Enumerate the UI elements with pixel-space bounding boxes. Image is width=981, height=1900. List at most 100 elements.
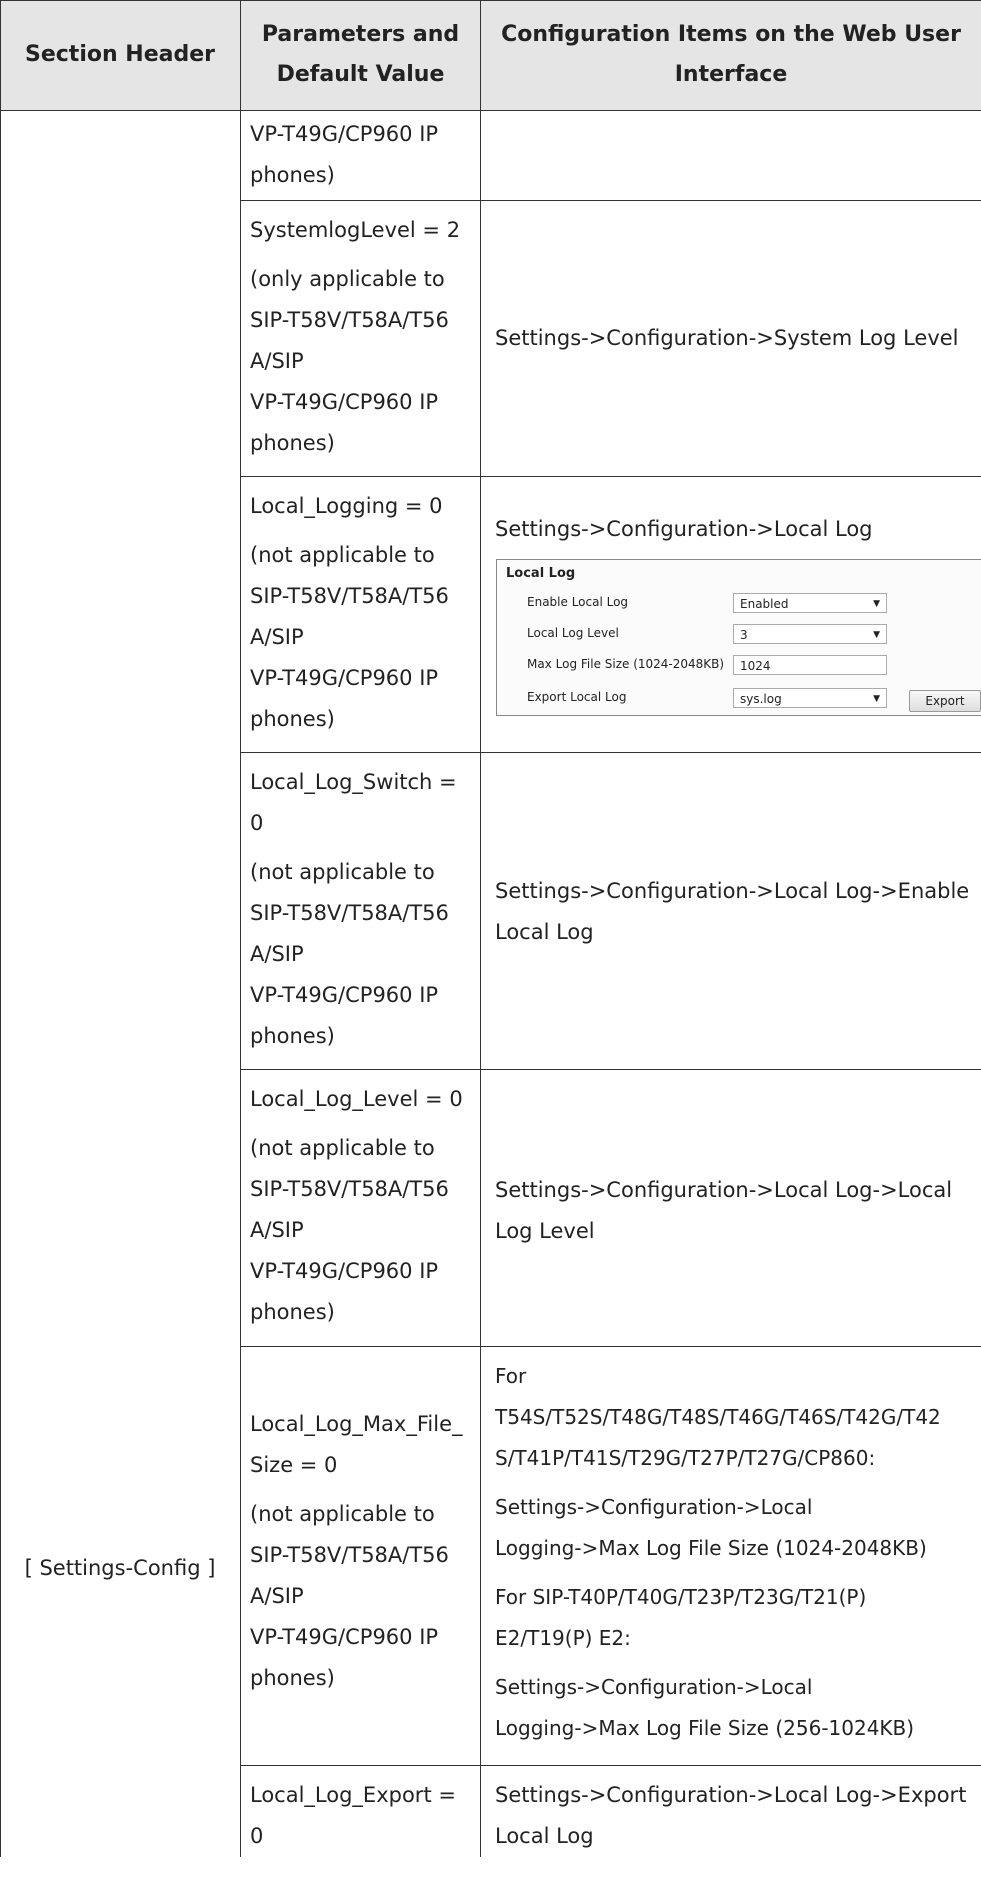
param-line: phones) — [250, 1666, 335, 1690]
parameter-table: Section Header Parameters and Default Va… — [0, 0, 981, 1857]
table-divider-2 — [480, 0, 481, 1857]
param-line: VP-T49G/CP960 IP — [250, 666, 439, 690]
param-line: 0 — [250, 811, 264, 835]
enable-local-log-select[interactable]: Enabled ▼ — [733, 593, 887, 613]
param-line: VP-T49G/CP960 IP — [250, 983, 439, 1007]
local-log-level-value: 3 — [740, 628, 748, 642]
export-local-log-select[interactable]: sys.log ▼ — [733, 688, 887, 708]
header-param-line2: Default Value — [276, 62, 445, 87]
row-divider — [240, 1069, 981, 1070]
param-line: Local_Logging = 0 — [250, 494, 443, 518]
param-line: Size = 0 — [250, 1453, 338, 1477]
export-local-log-value: sys.log — [740, 692, 782, 706]
config-line: Logging->Max Log File Size (1024-2048KB) — [495, 1536, 927, 1560]
param-line: Local_Log_Switch = — [250, 770, 457, 794]
param-line: A/SIP — [250, 349, 304, 373]
header-param-line1: Parameters and — [261, 22, 460, 47]
row-divider — [240, 200, 981, 201]
param-line: VP-T49G/CP960 IP — [250, 122, 439, 146]
export-local-log-label: Export Local Log — [527, 690, 627, 704]
table-divider-1 — [240, 0, 241, 1857]
row-divider — [240, 476, 981, 477]
row-3-config: Settings->Configuration->Local Log — [495, 509, 981, 550]
enable-local-log-label: Enable Local Log — [527, 595, 629, 609]
param-line: A/SIP — [250, 625, 304, 649]
param-line: Local_Log_Export = — [250, 1783, 456, 1807]
param-line: phones) — [250, 1024, 335, 1048]
param-line: 0 — [250, 1824, 264, 1848]
max-log-file-size-label: Max Log File Size (1024-2048KB) — [527, 657, 725, 671]
config-line: E2/T19(P) E2: — [495, 1626, 631, 1650]
header-config-line2: Interface — [674, 62, 788, 87]
param-line: (not applicable to — [250, 1136, 435, 1160]
row-7-param: Local_Log_Export = 0 — [250, 1775, 475, 1857]
config-line: Log Level — [495, 1219, 595, 1243]
local-log-panel-title: Local Log — [506, 566, 576, 581]
config-line: Settings->Configuration->Local Log->Loca… — [495, 1178, 953, 1202]
config-line: For SIP-T40P/T40G/T23P/T23G/T21(P) — [495, 1585, 867, 1609]
config-line: Settings->Configuration->Local — [495, 1675, 813, 1699]
max-log-file-size-input[interactable]: 1024 — [733, 655, 887, 675]
chevron-down-icon: ▼ — [873, 630, 880, 640]
param-line: phones) — [250, 1300, 335, 1324]
header-section: Section Header — [0, 0, 240, 111]
param-line: phones) — [250, 431, 335, 455]
row-2-param: SystemlogLevel = 2 (only applicable to S… — [250, 210, 475, 464]
max-log-file-size-value: 1024 — [740, 659, 771, 673]
row-3-param: Local_Logging = 0 (not applicable to SIP… — [250, 486, 475, 740]
local-log-level-label: Local Log Level — [527, 626, 619, 640]
config-line: Settings->Configuration->Local — [495, 1495, 813, 1519]
param-line: (not applicable to — [250, 543, 435, 567]
param-line: SIP-T58V/T58A/T56 — [250, 584, 449, 608]
config-line: For — [495, 1364, 527, 1388]
param-line: VP-T49G/CP960 IP — [250, 390, 439, 414]
row-7-config: Settings->Configuration->Local Log->Expo… — [495, 1775, 981, 1857]
config-line: Settings->Configuration->System Log Leve… — [495, 326, 959, 350]
config-line: Settings->Configuration->Local Log->Enab… — [495, 879, 970, 903]
row-5-param: Local_Log_Level = 0 (not applicable to S… — [250, 1079, 475, 1333]
param-line: phones) — [250, 707, 335, 731]
header-config: Configuration Items on the Web User Inte… — [481, 0, 981, 111]
config-line: Local Log — [495, 920, 594, 944]
config-line: Settings->Configuration->Local Log — [495, 517, 873, 541]
row-1-param: VP-T49G/CP960 IP phones) — [250, 114, 475, 196]
param-line: SystemlogLevel = 2 — [250, 218, 461, 242]
header-config-line1: Configuration Items on the Web User — [501, 22, 961, 47]
row-divider — [240, 1346, 981, 1347]
param-line: SIP-T58V/T58A/T56 — [250, 1177, 449, 1201]
param-line: A/SIP — [250, 942, 304, 966]
local-log-level-select[interactable]: 3 ▼ — [733, 624, 887, 644]
param-line: VP-T49G/CP960 IP — [250, 1625, 439, 1649]
config-line: T54S/T52S/T48G/T48S/T46G/T46S/T42G/T42 — [495, 1405, 941, 1429]
header-section-label: Section Header — [25, 42, 215, 67]
row-divider — [240, 1765, 981, 1766]
row-4-config: Settings->Configuration->Local Log->Enab… — [495, 871, 981, 953]
param-line: Local_Log_Level = 0 — [250, 1087, 463, 1111]
row-divider — [240, 752, 981, 753]
header-param: Parameters and Default Value — [241, 0, 480, 111]
param-line: (not applicable to — [250, 860, 435, 884]
chevron-down-icon: ▼ — [873, 599, 880, 609]
section-label: [ Settings-Config ] — [24, 1556, 216, 1580]
row-6-config: For T54S/T52S/T48G/T48S/T46G/T46S/T42G/T… — [495, 1356, 981, 1749]
param-line: SIP-T58V/T58A/T56 — [250, 901, 449, 925]
param-line: A/SIP — [250, 1218, 304, 1242]
param-line: A/SIP — [250, 1584, 304, 1608]
row-6-param: Local_Log_Max_File_ Size = 0 (not applic… — [250, 1404, 475, 1699]
param-line: SIP-T58V/T58A/T56 — [250, 1543, 449, 1567]
param-line: SIP-T58V/T58A/T56 — [250, 308, 449, 332]
config-line: Logging->Max Log File Size (256-1024KB) — [495, 1716, 915, 1740]
row-4-param: Local_Log_Switch = 0 (not applicable to … — [250, 762, 475, 1057]
enable-local-log-value: Enabled — [740, 597, 789, 611]
param-line: (not applicable to — [250, 1502, 435, 1526]
param-line: (only applicable to — [250, 267, 445, 291]
section-cell: [ Settings-Config ] — [0, 1100, 240, 1900]
config-line: Settings->Configuration->Local Log->Expo… — [495, 1783, 967, 1807]
config-line: S/T41P/T41S/T29G/T27P/T27G/CP860: — [495, 1446, 876, 1470]
chevron-down-icon: ▼ — [873, 694, 880, 704]
row-5-config: Settings->Configuration->Local Log->Loca… — [495, 1170, 981, 1252]
export-button[interactable]: Export — [909, 690, 981, 712]
param-line: VP-T49G/CP960 IP — [250, 1259, 439, 1283]
table-border-top — [0, 0, 981, 1]
param-line: Local_Log_Max_File_ — [250, 1412, 463, 1436]
